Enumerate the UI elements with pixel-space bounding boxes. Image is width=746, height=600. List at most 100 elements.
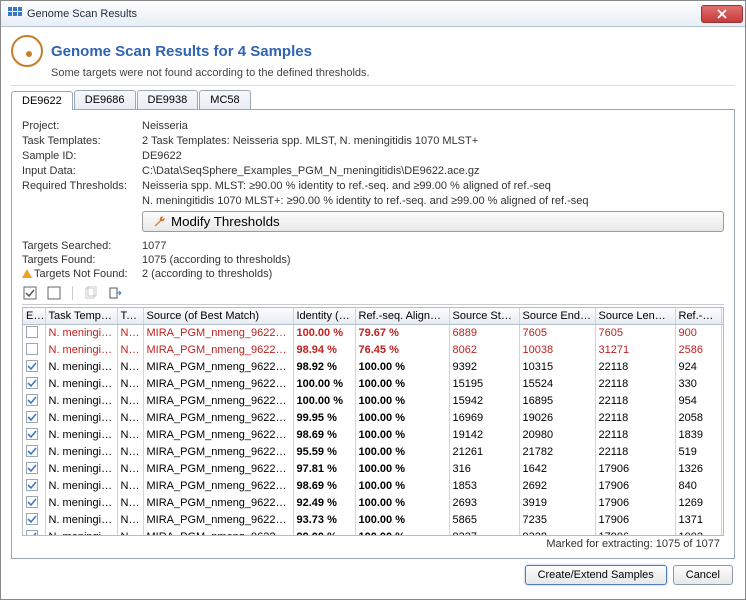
export-button[interactable] bbox=[107, 285, 123, 301]
warning-icon bbox=[22, 269, 32, 278]
cell-source-end: 16895 bbox=[519, 393, 595, 410]
col-target[interactable]: Tar... bbox=[117, 308, 143, 324]
ext-checkbox[interactable] bbox=[23, 410, 45, 427]
cell-source-start: 1853 bbox=[449, 478, 519, 495]
close-button[interactable] bbox=[701, 5, 743, 23]
col-source-length[interactable]: Source Length (... bbox=[595, 308, 675, 324]
ext-checkbox[interactable] bbox=[23, 427, 45, 444]
table-row[interactable]: N. meningitidis...NMC...MIRA_PGM_nmeng_9… bbox=[23, 376, 724, 393]
cell-source-end: 10038 bbox=[519, 342, 595, 359]
cell-source-start: 5865 bbox=[449, 512, 519, 529]
col-ref-aligned[interactable]: Ref.-seq. Aligned... bbox=[355, 308, 449, 324]
cell-ref-aligned: 100.00 % bbox=[355, 410, 449, 427]
scan-icon bbox=[11, 35, 43, 67]
col-ext[interactable]: Ext... bbox=[23, 308, 45, 324]
table-row[interactable]: N. meningitidis...NMC...MIRA_PGM_nmeng_9… bbox=[23, 324, 724, 342]
close-icon bbox=[717, 9, 727, 19]
cell-ref-seq: 519 bbox=[675, 444, 721, 461]
stats: Targets Searched: 1077 Targets Found: 10… bbox=[22, 240, 724, 280]
cell-warning bbox=[721, 393, 724, 410]
col-warning[interactable]: Warning bbox=[721, 308, 724, 324]
tab-panel: Project: Neisseria Task Templates: 2 Tas… bbox=[11, 110, 735, 559]
extract-summary: Marked for extracting: 1075 of 1077 bbox=[22, 536, 724, 552]
input-value: C:\Data\SeqSphere_Examples_PGM_N_meningi… bbox=[142, 165, 724, 177]
col-task-template[interactable]: Task Template bbox=[45, 308, 117, 324]
cell-source-length: 31271 bbox=[595, 342, 675, 359]
cell-identity: 100.00 % bbox=[293, 376, 355, 393]
cell-warning bbox=[721, 495, 724, 512]
cancel-button[interactable]: Cancel bbox=[673, 565, 733, 585]
cell-source: MIRA_PGM_nmeng_9622_pgm_m... bbox=[143, 427, 293, 444]
header: Genome Scan Results for 4 Samples bbox=[11, 35, 735, 67]
check-all-button[interactable] bbox=[22, 285, 38, 301]
project-value: Neisseria bbox=[142, 120, 724, 132]
ext-checkbox[interactable] bbox=[23, 444, 45, 461]
create-extend-button[interactable]: Create/Extend Samples bbox=[525, 565, 667, 585]
cell-task-template: N. meningitidis... bbox=[45, 359, 117, 376]
table-row[interactable]: N. meningitidis...NMC...MIRA_PGM_nmeng_9… bbox=[23, 359, 724, 376]
cell-warning: No Top Matches, Con... bbox=[721, 324, 724, 342]
cell-source-start: 316 bbox=[449, 461, 519, 478]
ext-checkbox[interactable] bbox=[23, 529, 45, 537]
table-row[interactable]: N. meningitidis...NMC...MIRA_PGM_nmeng_9… bbox=[23, 478, 724, 495]
cell-identity: 98.92 % bbox=[293, 359, 355, 376]
cell-warning bbox=[721, 376, 724, 393]
col-source-start[interactable]: Source Start (... bbox=[449, 308, 519, 324]
ext-checkbox[interactable] bbox=[23, 324, 45, 342]
table-row[interactable]: N. meningitidis...NMC...MIRA_PGM_nmeng_9… bbox=[23, 512, 724, 529]
ext-checkbox[interactable] bbox=[23, 478, 45, 495]
ext-checkbox[interactable] bbox=[23, 461, 45, 478]
col-source[interactable]: Source (of Best Match) bbox=[143, 308, 293, 324]
table-row[interactable]: N. meningitidis...NMC...MIRA_PGM_nmeng_9… bbox=[23, 461, 724, 478]
cell-target: NMC... bbox=[117, 461, 143, 478]
searched-value: 1077 bbox=[142, 240, 724, 252]
tab-de9686[interactable]: DE9686 bbox=[74, 90, 136, 109]
col-identity[interactable]: Identity (of ... bbox=[293, 308, 355, 324]
cell-ref-aligned: 76.45 % bbox=[355, 342, 449, 359]
cell-source-end: 15524 bbox=[519, 376, 595, 393]
tab-mc58[interactable]: MC58 bbox=[199, 90, 250, 109]
searched-label: Targets Searched: bbox=[22, 240, 142, 252]
uncheck-all-button[interactable] bbox=[46, 285, 62, 301]
table-row[interactable]: N. meningitidis...NMC...MIRA_PGM_nmeng_9… bbox=[23, 444, 724, 461]
table-row[interactable]: N. meningitidis...NMC...MIRA_PGM_nmeng_9… bbox=[23, 342, 724, 359]
cell-source-end: 21782 bbox=[519, 444, 595, 461]
cell-source-end: 7605 bbox=[519, 324, 595, 342]
cell-warning: No Top Matches bbox=[721, 342, 724, 359]
modify-thresholds-button[interactable]: Modify Thresholds bbox=[142, 211, 724, 232]
ext-checkbox[interactable] bbox=[23, 393, 45, 410]
table-row[interactable]: N. meningitidis...NMC...MIRA_PGM_nmeng_9… bbox=[23, 495, 724, 512]
cell-target: NMC... bbox=[117, 324, 143, 342]
ext-checkbox[interactable] bbox=[23, 376, 45, 393]
cell-ref-aligned: 79.67 % bbox=[355, 324, 449, 342]
table-row[interactable]: N. meningitidis...NMC...MIRA_PGM_nmeng_9… bbox=[23, 529, 724, 537]
table-row[interactable]: N. meningitidis...NMC...MIRA_PGM_nmeng_9… bbox=[23, 393, 724, 410]
cell-source: MIRA_PGM_nmeng_9622_pgm_m... bbox=[143, 410, 293, 427]
cell-ref-seq: 840 bbox=[675, 478, 721, 495]
tab-de9622[interactable]: DE9622 bbox=[11, 91, 73, 110]
cell-ref-aligned: 100.00 % bbox=[355, 495, 449, 512]
cell-source: MIRA_PGM_nmeng_9622_pgm_m... bbox=[143, 478, 293, 495]
cell-warning bbox=[721, 427, 724, 444]
tab-de9938[interactable]: DE9938 bbox=[137, 90, 199, 109]
cell-ref-aligned: 100.00 % bbox=[355, 444, 449, 461]
cell-source-length: 17906 bbox=[595, 478, 675, 495]
cell-source-start: 15195 bbox=[449, 376, 519, 393]
col-ref-seq[interactable]: Ref.-se... bbox=[675, 308, 721, 324]
table-row[interactable]: N. meningitidis...NMC...MIRA_PGM_nmeng_9… bbox=[23, 427, 724, 444]
col-source-end[interactable]: Source End (o... bbox=[519, 308, 595, 324]
results-grid[interactable]: Ext... Task Template Tar... Source (of B… bbox=[22, 307, 724, 536]
ext-checkbox[interactable] bbox=[23, 359, 45, 376]
cell-source-length: 22118 bbox=[595, 410, 675, 427]
ext-checkbox[interactable] bbox=[23, 495, 45, 512]
cell-source: MIRA_PGM_nmeng_9622_pgm_m... bbox=[143, 461, 293, 478]
table-row[interactable]: N. meningitidis...NMC...MIRA_PGM_nmeng_9… bbox=[23, 410, 724, 427]
tt-label: Task Templates: bbox=[22, 135, 142, 147]
cell-task-template: N. meningitidis... bbox=[45, 444, 117, 461]
cell-ref-aligned: 100.00 % bbox=[355, 529, 449, 537]
cell-task-template: N. meningitidis... bbox=[45, 410, 117, 427]
ext-checkbox[interactable] bbox=[23, 342, 45, 359]
notfound-value: 2 (according to thresholds) bbox=[142, 268, 724, 280]
ext-checkbox[interactable] bbox=[23, 512, 45, 529]
cell-target: NMC... bbox=[117, 359, 143, 376]
